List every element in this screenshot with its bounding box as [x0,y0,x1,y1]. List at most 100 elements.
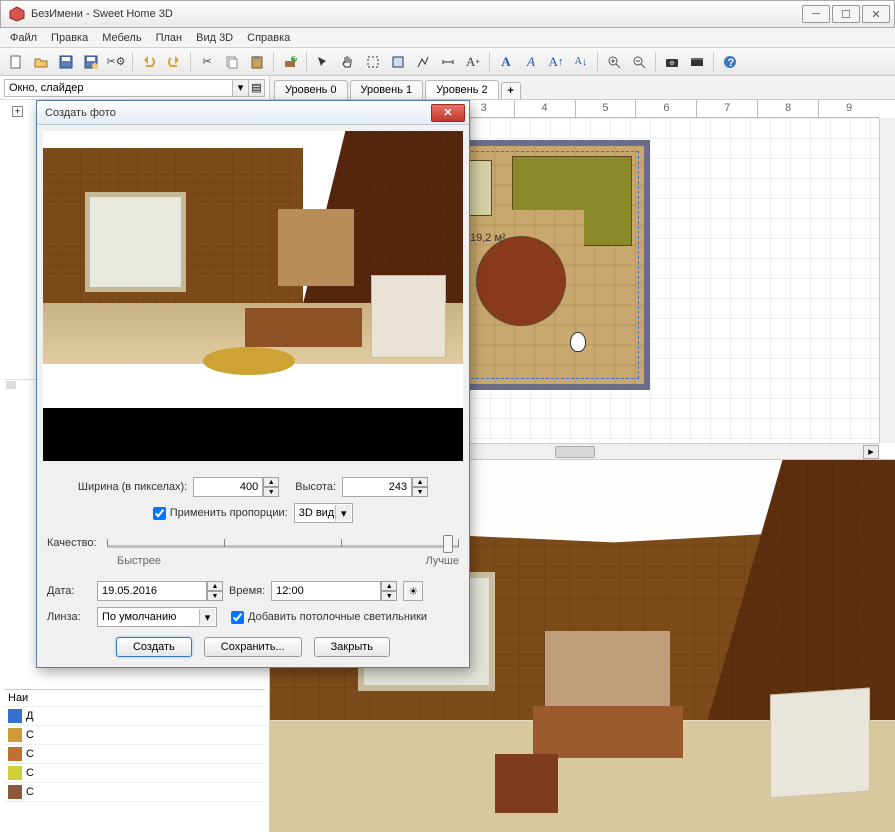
cut-icon[interactable]: ✂ [195,51,219,73]
dialog-title: Создать фото [41,107,431,119]
time-input[interactable] [271,581,381,601]
paste-icon[interactable] [245,51,269,73]
create-button[interactable]: Создать [116,637,192,657]
chair-3d [770,687,870,798]
undo-icon[interactable] [137,51,161,73]
menu-view3d[interactable]: Вид 3D [190,30,239,46]
text-bold-icon[interactable]: A [494,51,518,73]
create-photo-dialog: Создать фото ✕ Ширина (в пикселах): ▲▼ В… [36,100,470,668]
height-label: Высота: [295,481,336,493]
catalog-header: Наи [4,690,265,707]
quality-label: Качество: [47,537,97,549]
open-icon[interactable] [29,51,53,73]
expand-icon[interactable]: + [12,106,23,117]
redo-icon[interactable] [162,51,186,73]
app-icon [9,6,25,22]
help-icon[interactable]: ? [718,51,742,73]
minimize-button[interactable]: ─ [802,5,830,23]
furniture-icon [8,728,22,742]
add-level-button[interactable]: + [501,82,521,99]
chevron-down-icon: ▾ [335,505,351,521]
height-input[interactable] [342,477,412,497]
svg-text:?: ? [728,57,735,69]
tab-level-1[interactable]: Уровень 1 [350,80,424,99]
photo-icon[interactable] [660,51,684,73]
video-icon[interactable] [685,51,709,73]
dialog-close-button[interactable]: ✕ [431,104,465,122]
text-italic-icon[interactable]: A [519,51,543,73]
create-polyline-icon[interactable] [411,51,435,73]
text-increase-icon[interactable]: A↑ [544,51,568,73]
svg-text:+: + [292,55,297,64]
ceiling-lights-checkbox[interactable] [231,611,244,624]
save-icon[interactable] [54,51,78,73]
slider-thumb[interactable] [443,535,453,553]
list-item[interactable]: Д [4,707,265,726]
quality-slider[interactable] [107,533,459,553]
quality-fast-label: Быстрее [117,555,161,567]
height-down-button[interactable]: ▼ [412,487,428,497]
time-down-button[interactable]: ▼ [381,591,397,601]
width-down-button[interactable]: ▼ [263,487,279,497]
date-up-button[interactable]: ▲ [207,581,223,591]
plan-v-scrollbar[interactable] [879,118,895,443]
menu-furniture[interactable]: Мебель [96,30,147,46]
create-walls-icon[interactable] [361,51,385,73]
tab-level-2[interactable]: Уровень 2 [425,80,499,99]
save-button[interactable]: Сохранить... [204,637,302,657]
time-up-button[interactable]: ▲ [381,581,397,591]
furniture-sofa[interactable] [512,156,632,246]
sun-icon[interactable]: ☀ [403,581,423,601]
menu-file[interactable]: Файл [4,30,43,46]
create-room-icon[interactable] [386,51,410,73]
menu-edit[interactable]: Правка [45,30,94,46]
scroll-left-icon[interactable] [6,381,16,389]
room-area-label: 19,2 м² [470,232,506,244]
catalog-search-menu-icon[interactable]: ▤ [249,79,265,97]
menu-plan[interactable]: План [150,30,189,46]
zoom-out-icon[interactable] [627,51,651,73]
furniture-icon [8,766,22,780]
close-dialog-button[interactable]: Закрыть [314,637,390,657]
date-down-button[interactable]: ▼ [207,591,223,601]
quality-best-label: Лучше [425,555,459,567]
aspect-ratio-checkbox[interactable] [153,507,166,520]
height-up-button[interactable]: ▲ [412,477,428,487]
width-input[interactable] [193,477,263,497]
date-input[interactable] [97,581,207,601]
list-item[interactable]: С [4,783,265,802]
new-icon[interactable] [4,51,28,73]
list-item[interactable]: С [4,764,265,783]
menu-bar: Файл Правка Мебель План Вид 3D Справка [0,28,895,48]
create-text-icon[interactable]: A+ [461,51,485,73]
lens-select[interactable]: По умолчанию▾ [97,607,217,627]
saveas-icon[interactable] [79,51,103,73]
list-item[interactable]: С [4,745,265,764]
stool-3d [495,754,558,814]
ceiling-lights-label: Добавить потолочные светильники [248,611,427,623]
zoom-in-icon[interactable] [602,51,626,73]
catalog-search-input[interactable] [4,79,233,97]
width-up-button[interactable]: ▲ [263,477,279,487]
preferences-icon[interactable]: ✂⚙ [104,51,128,73]
catalog-search-dropdown-icon[interactable]: ▾ [233,79,249,97]
text-decrease-icon[interactable]: A↓ [569,51,593,73]
maximize-button[interactable]: ☐ [832,5,860,23]
close-button[interactable]: ✕ [862,5,890,23]
width-label: Ширина (в пикселах): [78,481,187,493]
level-tabs: Уровень 0 Уровень 1 Уровень 2 + [270,76,895,100]
chevron-down-icon: ▾ [199,609,215,625]
furniture-table[interactable] [476,236,566,326]
list-item[interactable]: С [4,726,265,745]
create-dimension-icon[interactable] [436,51,460,73]
copy-icon[interactable] [220,51,244,73]
add-furniture-icon[interactable]: + [278,51,302,73]
furniture-icon [8,747,22,761]
dialog-titlebar[interactable]: Создать фото ✕ [37,101,469,125]
camera-icon[interactable] [570,332,586,352]
pan-icon[interactable] [336,51,360,73]
aspect-ratio-select[interactable]: 3D вид▾ [294,503,354,523]
menu-help[interactable]: Справка [241,30,296,46]
select-icon[interactable] [311,51,335,73]
tab-level-0[interactable]: Уровень 0 [274,80,348,99]
